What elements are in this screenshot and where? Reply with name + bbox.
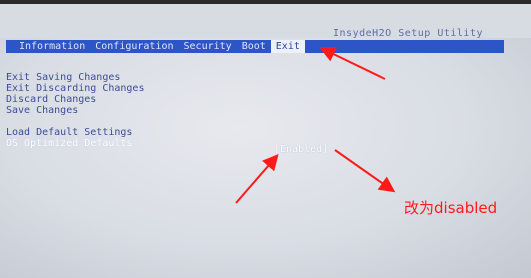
arrow-to-exit-tab (319, 47, 386, 80)
annotation-change-to-disabled: 改为disabled (404, 199, 498, 217)
arrow-to-enabled-value (235, 153, 279, 204)
annotation-arrows (235, 47, 396, 204)
arrow-to-annotation (334, 149, 396, 193)
